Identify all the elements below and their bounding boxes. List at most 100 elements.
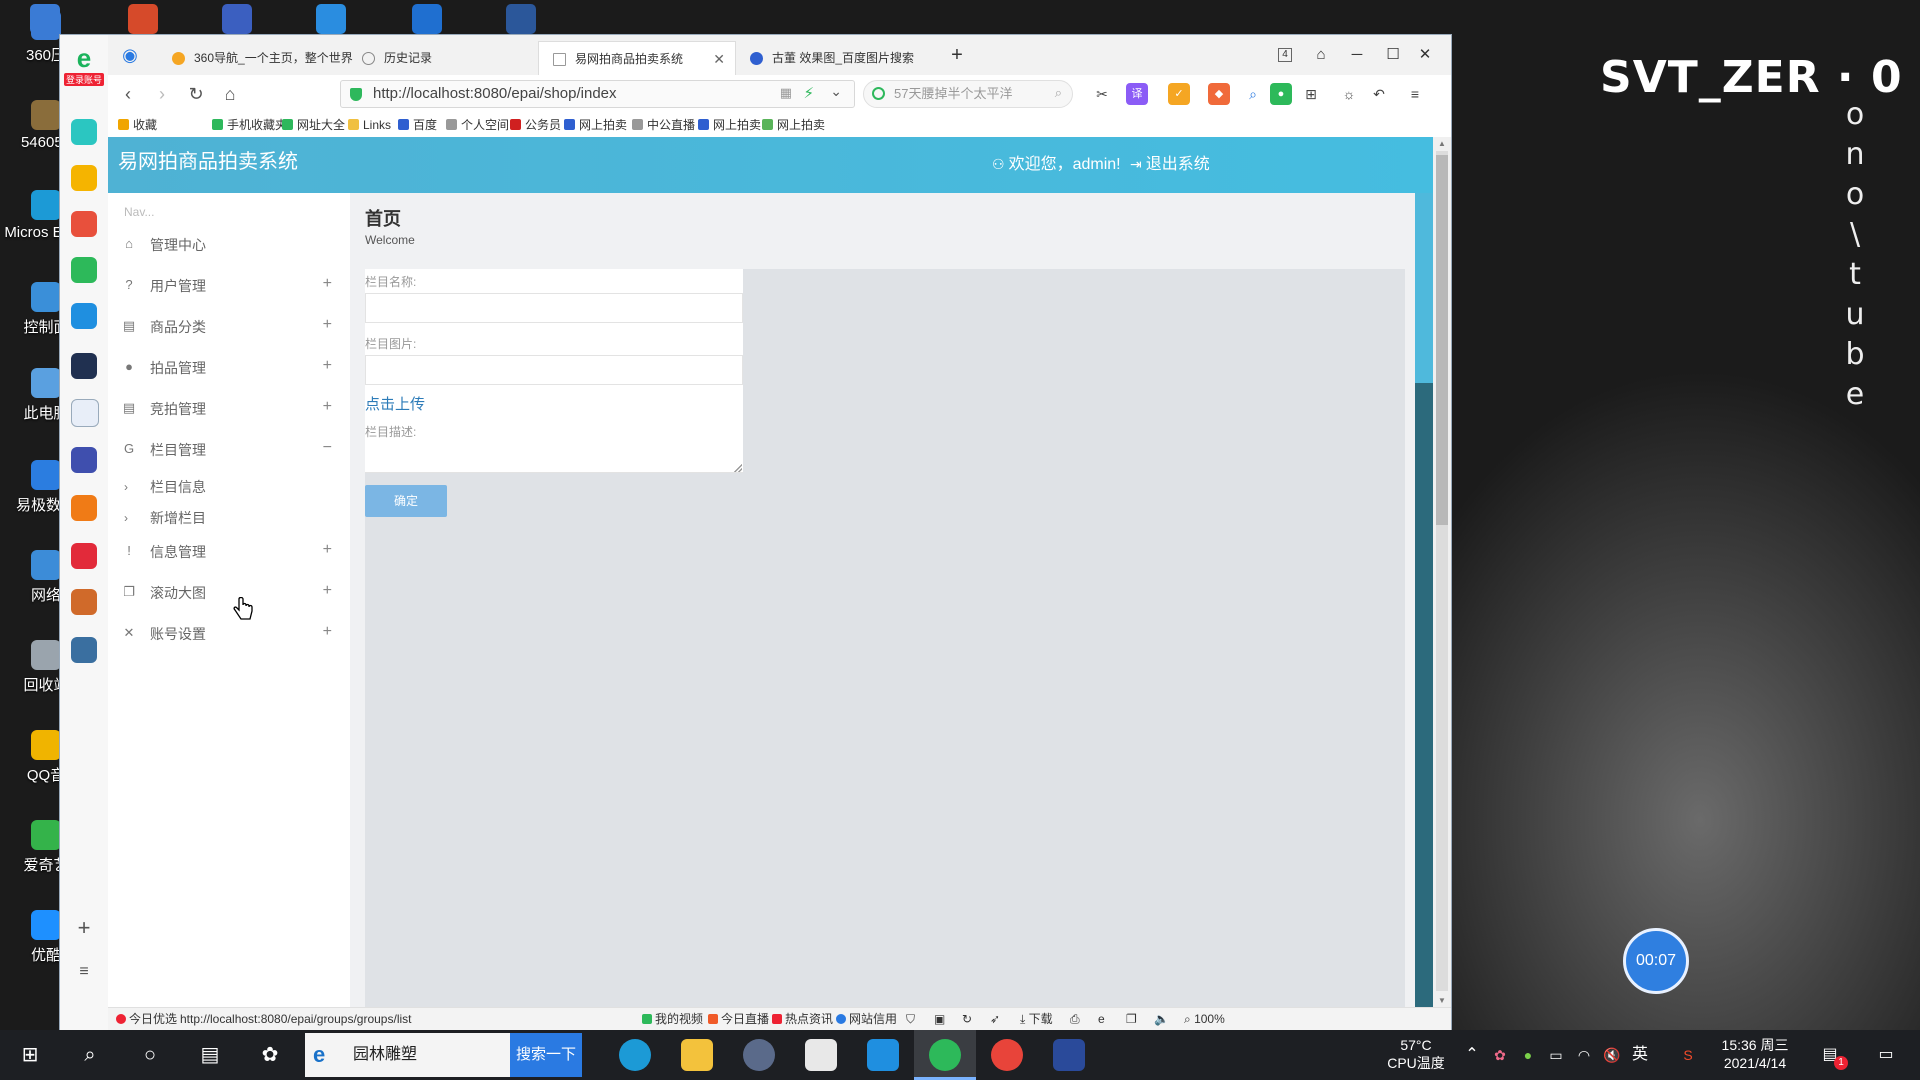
- sidebar-item[interactable]: ▤ 竞拍管理 +: [108, 389, 350, 429]
- scroll-thumb[interactable]: [1436, 155, 1448, 525]
- maximize-button[interactable]: ☐: [1380, 43, 1406, 67]
- address-bar[interactable]: http://localhost:8080/epai/shop/index ▦ …: [340, 80, 855, 108]
- screenshot-icon[interactable]: ▣: [934, 1008, 945, 1030]
- status-live[interactable]: 今日直播: [708, 1008, 769, 1030]
- refresh-button[interactable]: ↻: [184, 82, 208, 106]
- print-icon[interactable]: ⎙: [1070, 1008, 1080, 1030]
- taskbar-search-box[interactable]: e 园林雕塑: [305, 1033, 510, 1077]
- desktop-shortcut-icon[interactable]: [128, 4, 158, 34]
- sidebar-item[interactable]: ● 拍品管理 +: [108, 348, 350, 388]
- rail-weibo-icon[interactable]: [71, 211, 97, 237]
- expand-icon[interactable]: +: [323, 614, 332, 650]
- search-icon[interactable]: ⌕: [78, 1043, 102, 1067]
- app-icon[interactable]: [743, 1039, 775, 1071]
- sidebar-item[interactable]: G 栏目管理 −: [108, 430, 350, 470]
- wechat-icon[interactable]: ●: [1270, 83, 1292, 105]
- app-title[interactable]: 易网拍商品拍卖系统: [118, 137, 298, 187]
- scissors-icon[interactable]: ✂: [1091, 83, 1113, 105]
- action-center-icon[interactable]: ▭: [1874, 1043, 1898, 1067]
- store-icon[interactable]: [805, 1039, 837, 1071]
- sidebar-item[interactable]: ❐ 滚动大图 +: [108, 573, 350, 613]
- bookmark-item[interactable]: 公务员: [510, 113, 561, 137]
- expand-icon[interactable]: +: [323, 532, 332, 568]
- expand-icon[interactable]: +: [323, 389, 332, 425]
- back-button[interactable]: ‹: [116, 82, 140, 106]
- taskbar-active-app[interactable]: [914, 1030, 976, 1080]
- sidebar-subitem[interactable]: › 新增栏目: [108, 503, 350, 533]
- battery-icon[interactable]: ▭: [1544, 1043, 1568, 1067]
- edge-icon[interactable]: [619, 1039, 651, 1071]
- desktop-shortcut-icon[interactable]: [316, 4, 346, 34]
- rocket-icon[interactable]: ➶: [990, 1008, 1000, 1030]
- recording-timer[interactable]: 00:07: [1623, 928, 1689, 994]
- magnifier-icon[interactable]: ⌕: [1242, 83, 1264, 105]
- rail-add-icon[interactable]: +: [71, 915, 97, 941]
- search-icon[interactable]: ⌕: [1055, 85, 1062, 101]
- bookmark-item[interactable]: 个人空间: [446, 113, 509, 137]
- shield-icon[interactable]: ✓: [1168, 83, 1190, 105]
- logout-link[interactable]: ⇥ 退出系统: [1130, 137, 1210, 192]
- window-icon[interactable]: ❐: [1126, 1008, 1137, 1030]
- column-name-input[interactable]: [365, 293, 743, 323]
- sidebar-item[interactable]: ? 用户管理 +: [108, 266, 350, 306]
- chevron-up-icon[interactable]: ⌃: [1460, 1043, 1484, 1067]
- column-image-input[interactable]: [365, 355, 743, 385]
- today-pick[interactable]: 今日优选: [116, 1008, 177, 1030]
- new-tab-button[interactable]: +: [944, 43, 970, 67]
- tab-count-badge[interactable]: 4: [1278, 48, 1292, 62]
- status-site-credit[interactable]: 网站信用: [836, 1008, 897, 1030]
- clock[interactable]: 15:36 周三 2021/4/14: [1702, 1036, 1808, 1072]
- zoom-level[interactable]: ⌕ 100%: [1184, 1008, 1225, 1030]
- bookmark-item[interactable]: 中公直播: [632, 113, 695, 137]
- sidebar-item[interactable]: ! 信息管理 +: [108, 532, 350, 572]
- browser-menu-icon[interactable]: ≡: [1404, 83, 1426, 105]
- resize-handle-icon[interactable]: [734, 464, 742, 472]
- skin-icon[interactable]: ⌂: [1308, 43, 1334, 67]
- sidebar-item[interactable]: ✕ 账号设置 +: [108, 614, 350, 654]
- tab-baidu-image[interactable]: 古董 效果图_百度图片搜索: [736, 41, 936, 75]
- bookmark-item[interactable]: 网上拍卖: [762, 113, 825, 137]
- bookmark-item[interactable]: 网上拍卖: [698, 113, 761, 137]
- status-my-video[interactable]: 我的视频: [642, 1008, 703, 1030]
- rail-mail-icon[interactable]: [71, 257, 97, 283]
- rail-menu-icon[interactable]: ≡: [71, 959, 97, 985]
- task-view-icon[interactable]: ▤: [198, 1043, 222, 1067]
- rail-app-icon[interactable]: [71, 353, 97, 379]
- undo-icon[interactable]: ↶: [1368, 83, 1390, 105]
- page-scrollbar[interactable]: ▲ ▼: [1433, 137, 1451, 1007]
- sidebar-item[interactable]: ⌂ 管理中心: [108, 225, 350, 265]
- bookmark-item[interactable]: 百度: [398, 113, 437, 137]
- qr-code-icon[interactable]: ▦: [780, 85, 792, 101]
- chevron-down-icon[interactable]: ⌄: [830, 83, 842, 100]
- brightness-icon[interactable]: ☼: [1338, 83, 1360, 105]
- app-icon[interactable]: [1053, 1039, 1085, 1071]
- rail-app-icon[interactable]: [71, 119, 97, 145]
- bookmark-item[interactable]: 手机收藏夹: [212, 113, 287, 137]
- shield-status-icon[interactable]: ⛉: [906, 1008, 915, 1030]
- browser-logo-icon[interactable]: e 登录账号: [64, 45, 104, 86]
- sidebar-subitem[interactable]: › 栏目信息: [108, 472, 350, 502]
- tab-history[interactable]: 历史记录: [348, 41, 548, 75]
- rail-game-icon[interactable]: [71, 589, 97, 615]
- cortana-icon[interactable]: ○: [138, 1043, 162, 1067]
- apps-grid-icon[interactable]: ⊞: [1300, 83, 1322, 105]
- bookmark-item[interactable]: 收藏: [118, 113, 157, 137]
- rail-game-icon[interactable]: [71, 637, 97, 663]
- bookmark-item[interactable]: Links: [348, 113, 391, 137]
- close-tab-icon[interactable]: ✕: [713, 42, 725, 75]
- bookmark-item[interactable]: 网上拍卖: [564, 113, 627, 137]
- desktop-shortcut-icon[interactable]: [506, 4, 536, 34]
- ie-mode-icon[interactable]: e: [1098, 1008, 1105, 1030]
- expand-icon[interactable]: +: [323, 348, 332, 384]
- file-explorer-icon[interactable]: [681, 1039, 713, 1071]
- sogou-icon[interactable]: S: [1676, 1043, 1700, 1067]
- sidebar-item[interactable]: ▤ 商品分类 +: [108, 307, 350, 347]
- translate-icon[interactable]: 译: [1126, 83, 1148, 105]
- rail-app-icon[interactable]: [71, 303, 97, 329]
- game-icon[interactable]: ◆: [1208, 83, 1230, 105]
- chrome-icon[interactable]: [991, 1039, 1023, 1071]
- welcome-user[interactable]: ⚇ 欢迎您，admin!: [992, 137, 1121, 192]
- mail-icon[interactable]: [867, 1039, 899, 1071]
- tab-epai[interactable]: 易网拍商品拍卖系统 ✕: [538, 41, 736, 75]
- taskbar-search-text[interactable]: 园林雕塑: [353, 1033, 417, 1077]
